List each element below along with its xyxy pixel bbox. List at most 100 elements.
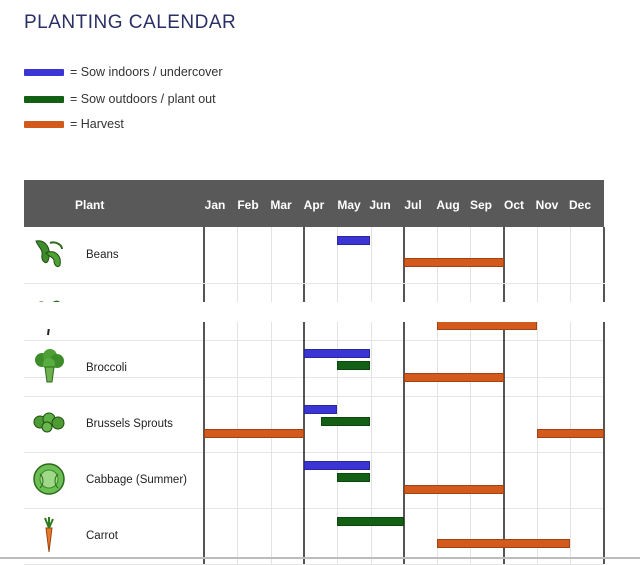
header-month-may: May xyxy=(337,198,361,212)
month-gridline xyxy=(537,227,538,283)
header-month-aug: Aug xyxy=(436,198,460,212)
month-gridline xyxy=(602,508,605,564)
month-gridline xyxy=(203,508,205,564)
legend-label-sow-outdoors: = Sow outdoors / plant out xyxy=(70,92,216,106)
month-gridline xyxy=(602,340,605,396)
broccoli-icon xyxy=(35,349,64,383)
month-gridline xyxy=(237,396,239,452)
harvest-bar xyxy=(403,258,504,267)
month-gridline xyxy=(602,452,605,508)
month-gridline xyxy=(570,508,572,564)
month-gridline xyxy=(203,452,205,508)
month-gridline xyxy=(502,508,505,564)
header-month-jul: Jul xyxy=(404,198,422,212)
legend-label-harvest: = Harvest xyxy=(70,117,124,131)
month-gridline xyxy=(437,396,439,452)
header-month-mar: Mar xyxy=(270,198,292,212)
month-gridline xyxy=(270,396,272,452)
month-gridline xyxy=(402,340,405,396)
legend-swatch-sow-indoors xyxy=(24,68,64,76)
header-month-apr: Apr xyxy=(303,198,325,212)
harvest-bar xyxy=(403,485,504,494)
month-gridline xyxy=(570,321,572,340)
month-gridline xyxy=(470,396,472,452)
month-gridline xyxy=(270,508,272,564)
month-gridline xyxy=(370,321,372,340)
month-gridline xyxy=(302,321,305,340)
month-gridline xyxy=(237,452,239,508)
table-row: Beans xyxy=(24,227,604,284)
month-gridline xyxy=(370,396,372,452)
header-month-jun: Jun xyxy=(369,198,391,212)
month-gridline xyxy=(537,452,538,508)
month-gridline xyxy=(402,227,405,283)
month-gridline xyxy=(203,227,205,283)
sow-outdoors-bar xyxy=(337,517,404,526)
month-gridline xyxy=(237,227,239,283)
month-gridline xyxy=(203,321,205,340)
month-gridline xyxy=(302,508,305,564)
month-gridline xyxy=(602,321,605,340)
month-gridline xyxy=(570,227,572,283)
month-gridline xyxy=(537,321,538,340)
legend-sow-indoors: = Sow indoors / undercover xyxy=(24,64,223,80)
plant-name: Cabbage (Summer) xyxy=(86,474,187,486)
sow-indoors-bar xyxy=(337,236,371,245)
header-plant: Plant xyxy=(75,198,105,212)
plant-name: Carrot xyxy=(86,530,118,542)
harvest-bar xyxy=(403,373,504,382)
month-gridline xyxy=(537,340,538,396)
bottom-divider xyxy=(0,557,640,559)
plant-name: Broccoli xyxy=(86,362,127,374)
month-gridline xyxy=(570,452,572,508)
month-gridline xyxy=(437,340,439,396)
render-gap xyxy=(0,302,640,322)
month-gridline xyxy=(502,340,505,396)
month-gridline xyxy=(203,396,205,452)
carrot-icon xyxy=(44,517,54,553)
month-gridline xyxy=(602,396,605,452)
header-month-feb: Feb xyxy=(237,198,259,212)
month-gridline xyxy=(437,452,439,508)
month-gridline xyxy=(470,508,472,564)
month-gridline xyxy=(502,452,505,508)
month-gridline xyxy=(537,508,538,564)
sow-outdoors-bar xyxy=(337,473,371,482)
harvest-bar xyxy=(437,321,537,330)
month-gridline xyxy=(370,340,372,396)
month-gridline xyxy=(570,396,572,452)
sow-outdoors-bar xyxy=(320,417,371,426)
sow-indoors-bar xyxy=(303,405,338,414)
beans-icon xyxy=(35,240,63,268)
harvest-bar xyxy=(437,539,571,548)
header-month-sep: Sep xyxy=(469,198,492,212)
month-gridline xyxy=(302,227,305,283)
month-gridline xyxy=(237,321,239,340)
month-gridline xyxy=(470,340,472,396)
header-month-nov: Nov xyxy=(535,198,559,212)
month-gridline xyxy=(470,227,472,283)
legend-harvest: = Harvest xyxy=(24,116,124,132)
sow-indoors-bar xyxy=(303,349,371,358)
month-gridline xyxy=(537,396,538,452)
month-gridline xyxy=(402,321,405,340)
legend-swatch-sow-outdoors xyxy=(24,95,64,103)
month-gridline xyxy=(402,452,405,508)
harvest-bar xyxy=(204,429,304,438)
table-header: Plant Jan Feb Mar Apr May Jun Jul Aug Se… xyxy=(24,180,604,227)
legend-swatch-harvest xyxy=(24,120,64,128)
month-gridline xyxy=(270,452,272,508)
month-gridline xyxy=(502,396,505,452)
plant-name: Brussels Sprouts xyxy=(86,418,173,430)
page-title: PLANTING CALENDAR xyxy=(24,12,237,33)
month-gridline xyxy=(570,340,572,396)
month-gridline xyxy=(402,396,405,452)
harvest-bar xyxy=(537,429,604,438)
month-gridline xyxy=(237,508,239,564)
month-gridline xyxy=(270,227,272,283)
sow-indoors-bar xyxy=(303,461,371,470)
month-gridline xyxy=(602,227,605,283)
plant-name: Beans xyxy=(86,249,119,261)
month-gridline xyxy=(337,321,339,340)
month-gridline xyxy=(502,227,505,283)
